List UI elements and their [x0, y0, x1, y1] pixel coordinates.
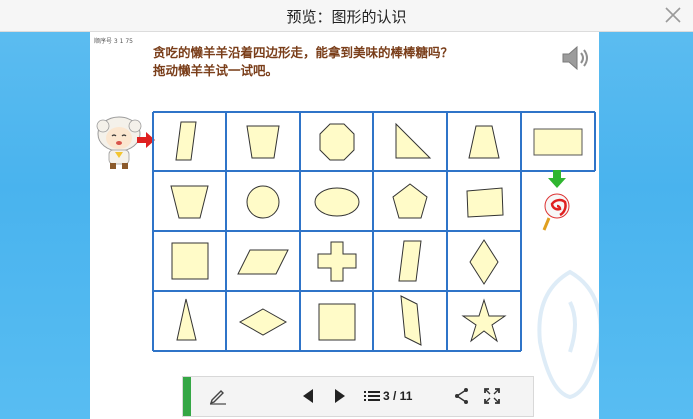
prev-page-icon[interactable]: [299, 387, 317, 405]
shape-cell-square[interactable]: [300, 292, 374, 352]
shape-cell-parallelogram[interactable]: [153, 112, 227, 172]
toolbar-handle[interactable]: [183, 377, 191, 416]
window-title: 预览：图形的认识: [286, 8, 407, 26]
shape-cell-parallelogram-narrow[interactable]: [373, 292, 447, 352]
page-indicator: 3 / 11: [383, 389, 413, 403]
shape-cell-parallelogram-slanted[interactable]: [226, 232, 300, 292]
question-text: 贪吃的懒羊羊沿着四边形走，能拿到美味的棒棒糖吗？ 拖动懒羊羊试一试吧。: [153, 44, 453, 80]
next-page-icon[interactable]: [331, 387, 349, 405]
shape-cell-quadrilateral[interactable]: [447, 172, 521, 232]
slide-number-label: 顺序号 3 1 75: [94, 38, 133, 45]
pencil-icon[interactable]: [209, 387, 227, 405]
shape-cell-rhombus[interactable]: [447, 232, 521, 292]
shape-cell-triangle[interactable]: [153, 292, 227, 352]
shape-cell-square[interactable]: [153, 232, 227, 292]
window-titlebar: 预览：图形的认识: [0, 0, 693, 32]
question-line-2: 拖动懒羊羊试一试吧。: [153, 63, 279, 78]
fullscreen-icon[interactable]: [483, 387, 501, 405]
shape-cell-star[interactable]: [447, 292, 521, 352]
speaker-icon[interactable]: [560, 44, 594, 72]
slide-canvas: 顺序号 3 1 75 贪吃的懒羊羊沿着四边形走，能拿到美味的棒棒糖吗？ 拖动懒羊…: [90, 32, 599, 419]
shape-cell-right-triangle[interactable]: [373, 112, 447, 172]
watermark-logo: [530, 262, 599, 402]
player-toolbar: 3 / 11: [182, 376, 534, 417]
shape-cell-rectangle[interactable]: [521, 112, 595, 172]
shape-cell-octagon[interactable]: [300, 112, 374, 172]
list-icon[interactable]: [363, 387, 381, 405]
question-line-1: 贪吃的懒羊羊沿着四边形走，能拿到美味的棒棒糖吗？: [153, 45, 454, 60]
shape-cell-inverted-trapezoid[interactable]: [226, 112, 300, 172]
lollipop-icon: [541, 192, 571, 232]
close-icon[interactable]: [663, 5, 683, 25]
shape-cell-parallelogram[interactable]: [373, 232, 447, 292]
shape-cell-inverted-trapezoid[interactable]: [153, 172, 227, 232]
goal-arrow-icon: [548, 170, 566, 188]
shape-cell-cross[interactable]: [300, 232, 374, 292]
share-icon[interactable]: [453, 387, 471, 405]
shape-cell-pentagon[interactable]: [373, 172, 447, 232]
shape-cell-rhombus-wide[interactable]: [226, 292, 300, 352]
shape-cell-trapezoid[interactable]: [447, 112, 521, 172]
shape-cell-circle[interactable]: [226, 172, 300, 232]
shape-cell-ellipse[interactable]: [300, 172, 374, 232]
